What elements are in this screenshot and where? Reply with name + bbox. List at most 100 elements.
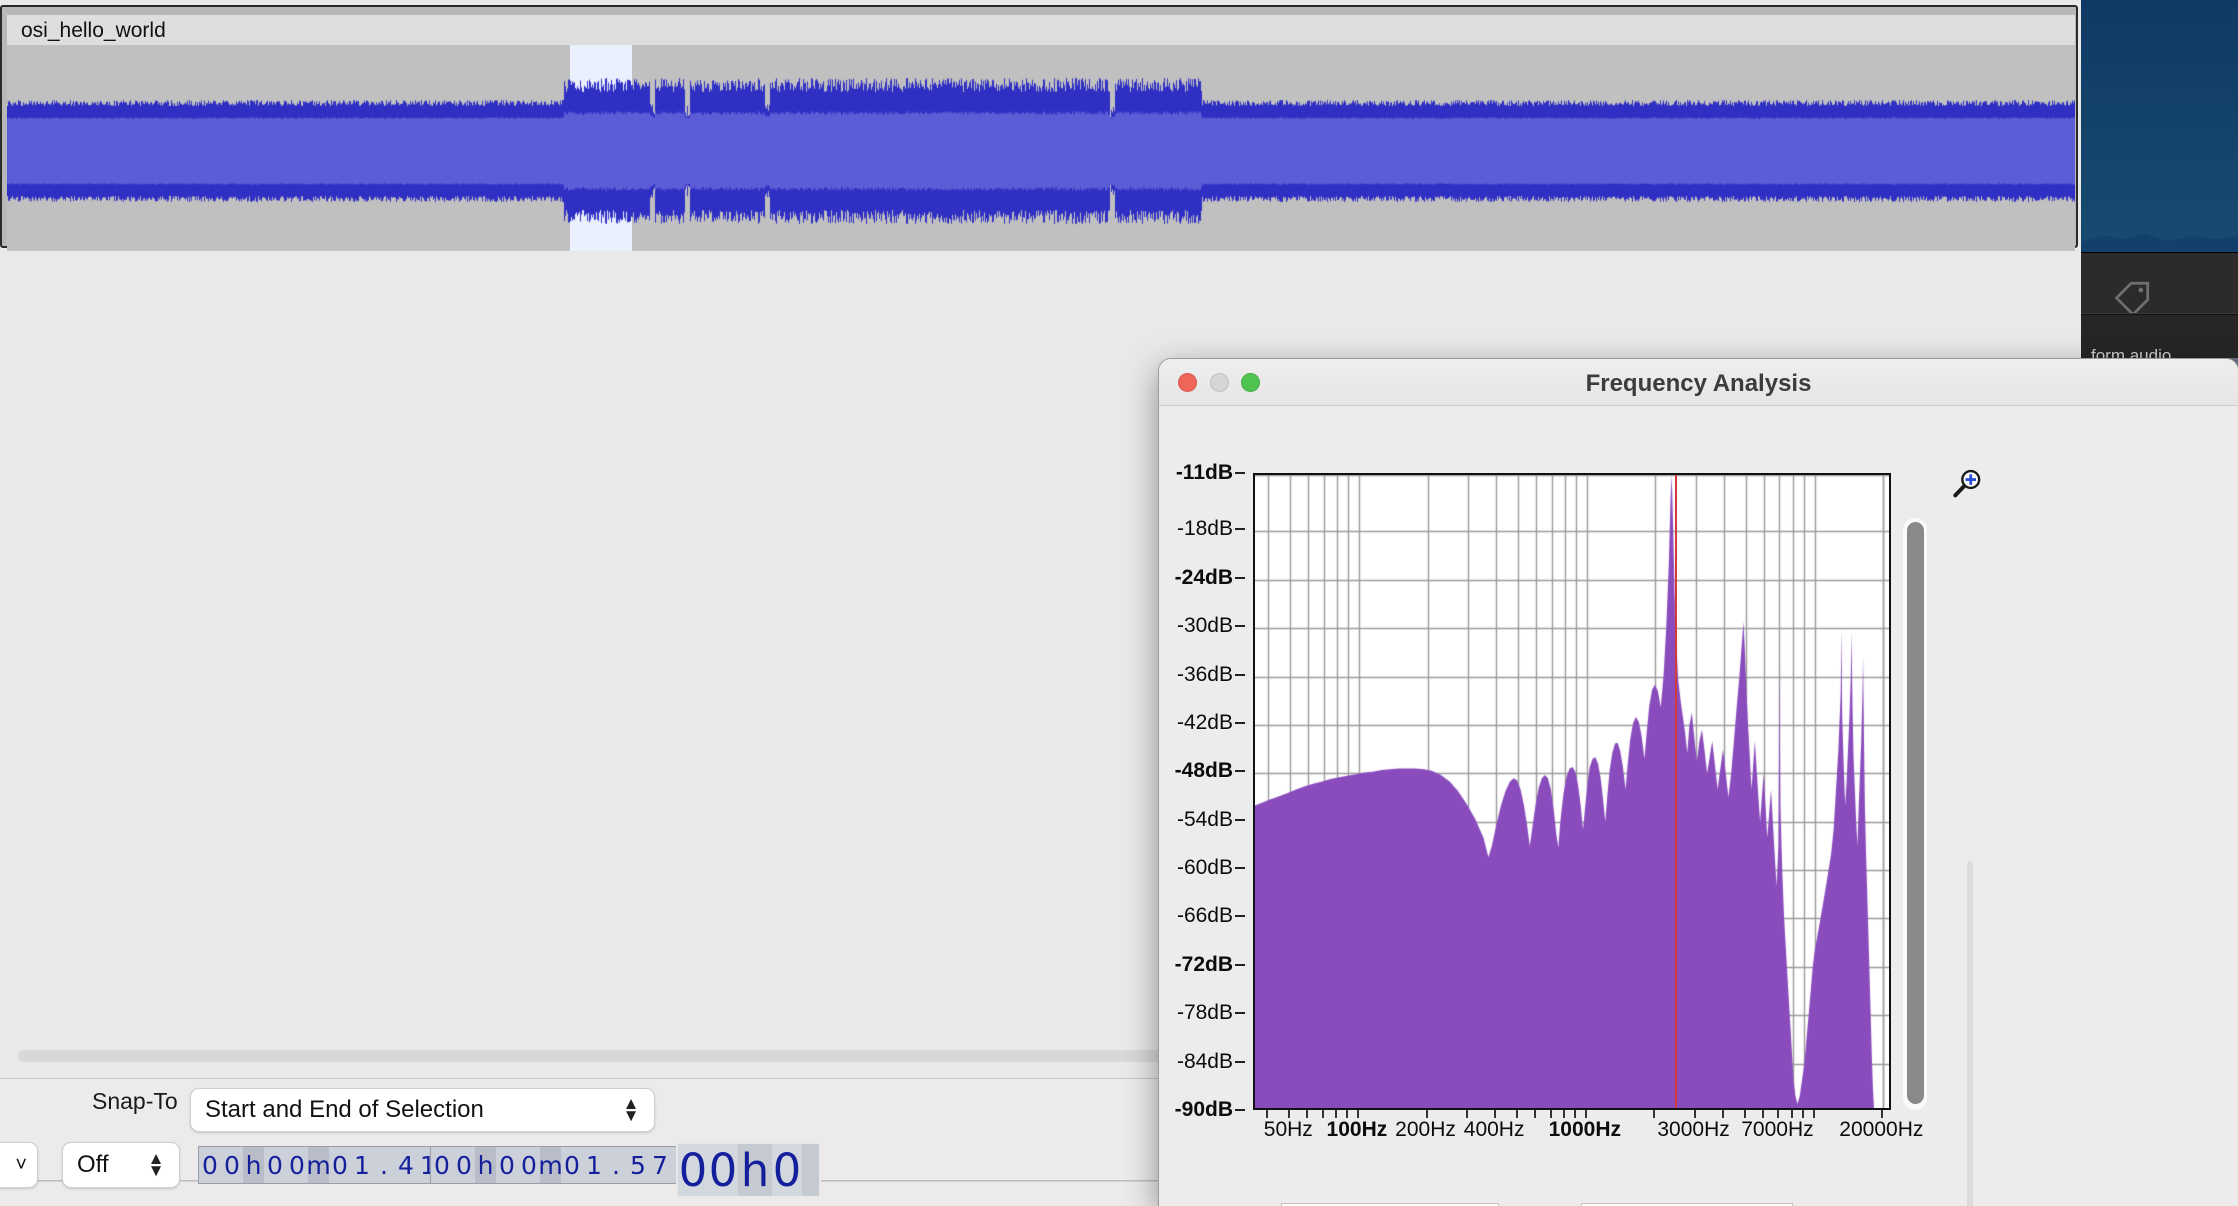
x-axis-tick-mark	[1288, 1110, 1291, 1118]
y-axis-tick-label: -60dB	[1176, 856, 1233, 880]
y-axis-tick-mark	[1235, 867, 1245, 870]
waveform-display[interactable]	[7, 45, 2075, 251]
chevron-down-icon: ˅	[15, 1153, 27, 1176]
y-axis-tick-mark	[1235, 963, 1245, 966]
y-axis-tick-mark	[1235, 673, 1245, 676]
desktop-wallpaper-strip: form audio	[2081, 0, 2238, 358]
time-digit[interactable]: .	[373, 1147, 395, 1183]
y-axis-tick-mark	[1235, 625, 1245, 628]
y-axis-tick-label: -18dB	[1176, 517, 1233, 541]
x-axis-tick-mark	[1722, 1110, 1725, 1118]
time-digit[interactable]: 0	[708, 1144, 738, 1196]
x-axis-tick-mark	[1812, 1110, 1815, 1118]
desktop-side-panel: form audio	[2081, 252, 2238, 358]
spectrum-plot[interactable]	[1253, 473, 1891, 1110]
y-axis-tick-label: -90dB	[1174, 1098, 1233, 1121]
track-panel[interactable]: osi_hello_world	[7, 15, 2075, 251]
y-axis-tick-mark	[1235, 915, 1245, 918]
time-digit[interactable]: 1	[583, 1147, 605, 1183]
desktop-panel-caption: form audio	[2091, 346, 2172, 358]
y-axis-tick-label: -36dB	[1176, 662, 1233, 686]
time-unit[interactable]: m	[538, 1147, 563, 1183]
y-axis-tick-label: -42dB	[1176, 710, 1233, 734]
y-axis-tick-mark	[1235, 1060, 1245, 1063]
frequency-analysis-window: Frequency Analysis -11dB -18dB -24dB -30dB -…	[1159, 359, 2238, 1206]
x-axis-tick-mark	[1266, 1110, 1269, 1118]
time-unit[interactable]: h	[475, 1147, 496, 1183]
snap-to-label: Snap-To	[92, 1088, 178, 1114]
time-digit[interactable]: 4	[395, 1147, 417, 1183]
frequency-analysis-titlebar[interactable]: Frequency Analysis	[1159, 359, 2238, 406]
x-axis-tick-mark	[1777, 1110, 1780, 1118]
snap-to-select[interactable]: Start and End of Selection ▲ ▼	[190, 1088, 655, 1132]
time-digit[interactable]: 7	[649, 1147, 671, 1183]
y-axis-labels: -11dB -18dB -24dB -30dB -36dB -42dB -48dB -54dB…	[1159, 461, 1247, 1121]
time-digit[interactable]: 5	[627, 1147, 649, 1183]
wallpaper-mountain-shape	[2081, 233, 2238, 252]
cursor-line	[1675, 475, 1678, 1108]
chevron-updown-icon: ▲ ▼	[147, 1148, 165, 1180]
y-axis-tick-label: -11dB	[1175, 461, 1233, 484]
y-axis-tick-mark	[1235, 472, 1245, 474]
snap-mode-select[interactable]: Off ▲ ▼	[62, 1142, 180, 1188]
time-digit[interactable]: 0	[561, 1147, 583, 1183]
x-axis-tick-mark	[1465, 1110, 1468, 1118]
x-axis-tick-mark	[1334, 1110, 1337, 1118]
x-axis-tick-mark	[1881, 1110, 1884, 1118]
snap-to-select-value: Start and End of Selection	[205, 1096, 484, 1123]
y-axis-tick-mark	[1235, 1109, 1245, 1111]
time-digit[interactable]: 0	[286, 1147, 308, 1183]
x-axis-tick-mark	[1562, 1110, 1565, 1118]
x-axis-tick-mark	[1425, 1110, 1428, 1118]
time-digit[interactable]: 0	[431, 1147, 453, 1183]
time-digit[interactable]: 0	[264, 1147, 286, 1183]
waveform-canvas[interactable]	[7, 45, 2075, 251]
time-digit[interactable]: 0	[453, 1147, 475, 1183]
time-unit[interactable]: h	[243, 1147, 264, 1183]
time-digit[interactable]: 0	[329, 1147, 351, 1183]
time-digit[interactable]: 0	[518, 1147, 540, 1183]
time-digit[interactable]: 0	[199, 1147, 221, 1183]
y-axis-tick-label: -30dB	[1176, 614, 1233, 638]
spectrum-canvas[interactable]	[1255, 475, 1889, 1108]
x-axis-tick-mark	[1534, 1110, 1537, 1118]
y-axis-tick-mark	[1235, 528, 1245, 531]
time-unit[interactable]: m	[306, 1147, 331, 1183]
spectrum-vertical-scrollbar-thumb[interactable]	[1907, 522, 1924, 1104]
zoom-in-button[interactable]	[1949, 466, 1985, 502]
desktop-side-panel-row: form audio	[2081, 314, 2238, 358]
y-axis-tick-label: -72dB	[1174, 952, 1233, 976]
time-digit[interactable]: 0	[678, 1144, 708, 1196]
y-axis-tick-mark	[1235, 1012, 1245, 1015]
track-panel-border: osi_hello_world	[0, 5, 2078, 251]
spectrum-chart: -11dB -18dB -24dB -30dB -36dB -42dB -48dB -54dB…	[1159, 406, 2238, 1206]
audio-position-display[interactable]: 00h0	[676, 1142, 821, 1198]
x-axis-tick-mark	[1516, 1110, 1519, 1118]
chevron-updown-icon: ▲ ▼	[622, 1093, 640, 1125]
x-axis-tick-label: 7000Hz	[1741, 1118, 1814, 1141]
zoom-slider-track[interactable]	[1967, 861, 1973, 1206]
x-axis-tick-mark	[1744, 1110, 1747, 1118]
time-digit[interactable]: 0	[772, 1144, 802, 1196]
overflow-chevron-down-button[interactable]: ˅	[0, 1142, 38, 1188]
time-digit[interactable]: 1	[351, 1147, 373, 1183]
y-axis-tick-mark	[1235, 770, 1245, 773]
x-axis-tick-label: 400Hz	[1463, 1118, 1525, 1141]
x-axis-tick-mark	[1584, 1110, 1587, 1118]
time-digit[interactable]: .	[605, 1147, 627, 1183]
time-digit[interactable]: 0	[221, 1147, 243, 1183]
x-axis-tick-label: 200Hz	[1395, 1118, 1456, 1141]
x-axis-tick-mark	[1693, 1110, 1696, 1118]
time-unit[interactable]: h	[738, 1144, 772, 1196]
y-axis-tick-mark	[1235, 576, 1245, 579]
y-axis-tick-label: -66dB	[1176, 904, 1233, 928]
time-digit[interactable]: 0	[496, 1147, 518, 1183]
x-axis-tick-label: 50Hz	[1263, 1118, 1313, 1141]
y-axis-tick-label: -24dB	[1174, 565, 1233, 589]
snap-mode-select-value: Off	[77, 1151, 109, 1178]
x-axis-tick-label: 100Hz	[1326, 1118, 1388, 1141]
x-axis-labels: 50Hz 100Hz 200Hz 400Hz 1000Hz 3000Hz 7000Hz 200…	[1253, 1118, 1924, 1152]
x-axis-tick-mark	[1653, 1110, 1656, 1118]
y-axis-tick-label: -48dB	[1174, 759, 1233, 783]
track-name[interactable]: osi_hello_world	[7, 15, 2075, 45]
